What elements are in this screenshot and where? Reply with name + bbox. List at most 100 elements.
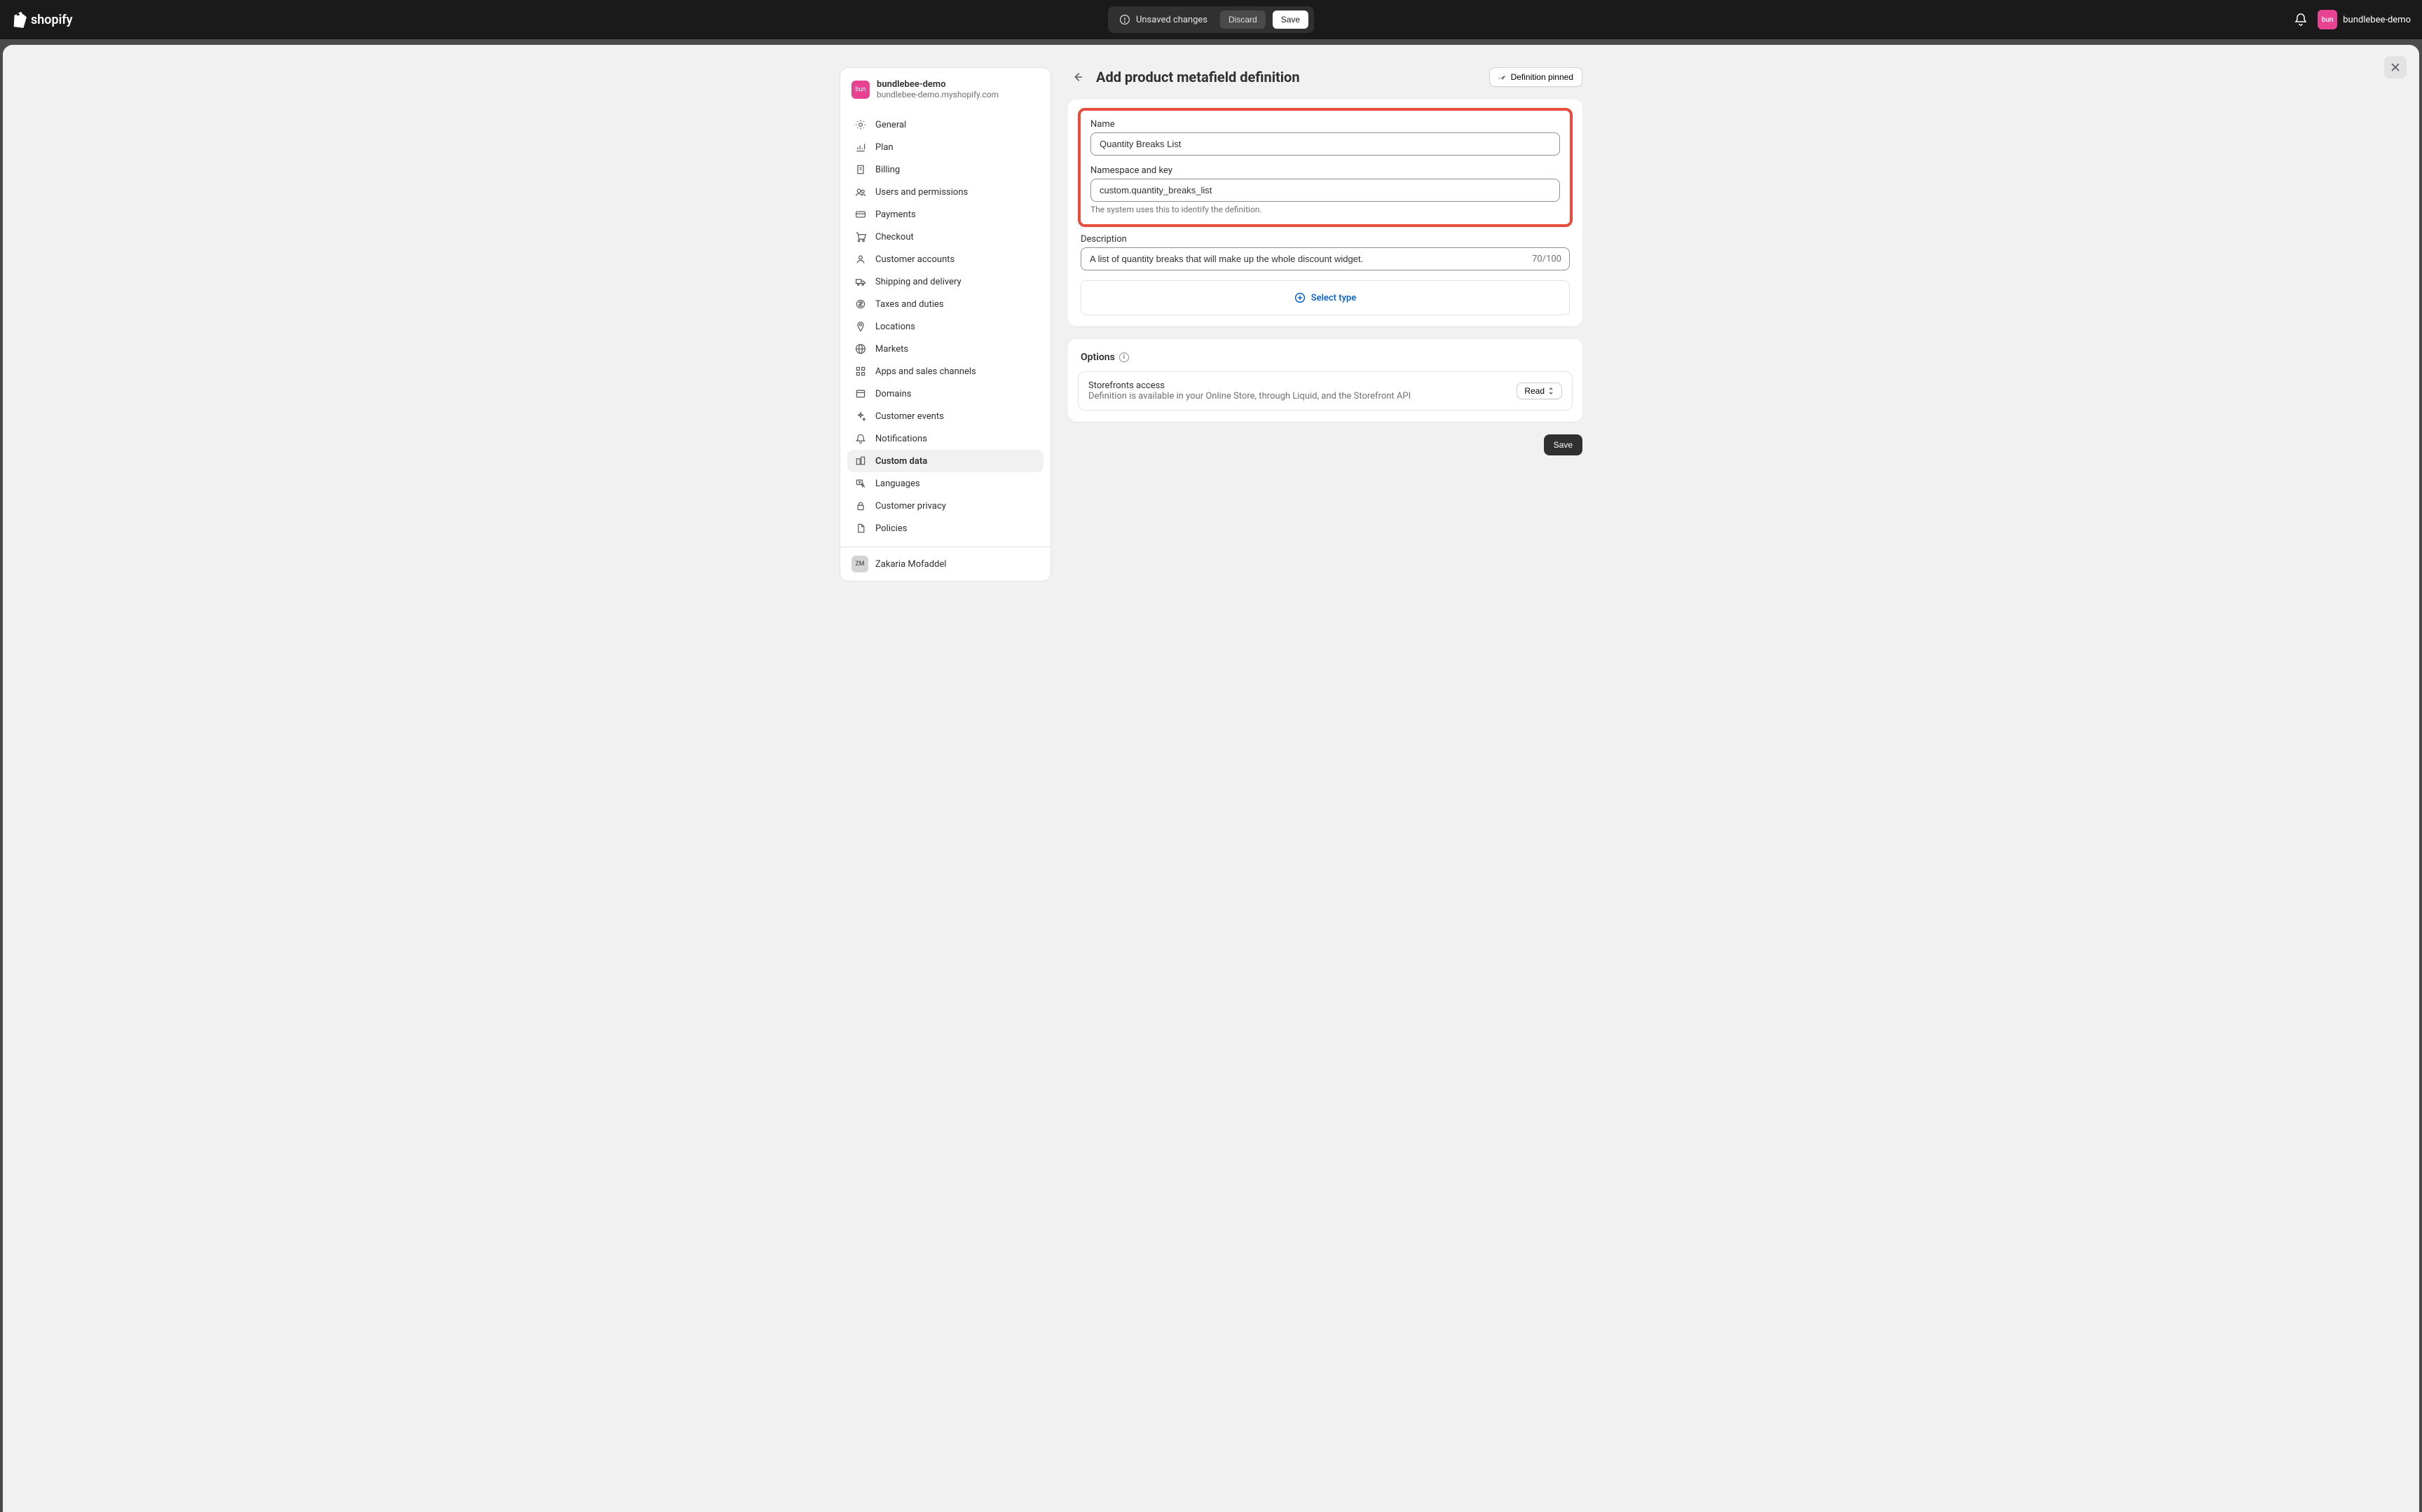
pin-icon (1498, 73, 1507, 81)
sparkle-icon (855, 411, 866, 422)
notifications-icon[interactable] (2294, 13, 2308, 27)
store-switcher[interactable]: bun bundlebee-demo (2318, 10, 2411, 29)
namespace-help-text: The system uses this to identify the def… (1090, 205, 1560, 214)
pin-icon (855, 321, 866, 332)
sidebar-shop-header[interactable]: bun bundlebee-demo bundlebee-demo.myshop… (840, 68, 1051, 111)
gear-icon (855, 119, 866, 130)
nav-icon (854, 275, 867, 288)
nav-icon (854, 455, 867, 467)
globe-icon (855, 343, 866, 355)
sidebar-item-taxes-and-duties[interactable]: Taxes and duties (847, 293, 1044, 315)
sidebar-item-domains[interactable]: Domains (847, 383, 1044, 405)
user-name: Zakaria Mofaddel (875, 559, 946, 570)
select-type-button[interactable]: Select type (1081, 280, 1570, 315)
sidebar-item-plan[interactable]: Plan (847, 136, 1044, 158)
discard-button[interactable]: Discard (1220, 11, 1266, 29)
description-char-count: 70/100 (1532, 254, 1561, 264)
nav-label: Custom data (875, 456, 927, 467)
nav-label: Plan (875, 142, 894, 153)
sidebar-item-languages[interactable]: Languages (847, 472, 1044, 495)
sidebar-item-policies[interactable]: Policies (847, 517, 1044, 539)
shop-title: bundlebee-demo (877, 79, 999, 90)
save-button-top[interactable]: Save (1273, 11, 1308, 29)
nav-icon (854, 343, 867, 355)
nav-icon (854, 320, 867, 333)
person-icon (855, 254, 866, 265)
sidebar-item-billing[interactable]: Billing (847, 158, 1044, 181)
description-label: Description (1081, 234, 1570, 245)
settings-main: Add product metafield definition Definit… (1068, 67, 1582, 582)
namespace-field-group: Namespace and key The system uses this t… (1090, 165, 1560, 214)
nav-icon (854, 410, 867, 422)
nav-icon (854, 365, 867, 378)
sidebar-item-markets[interactable]: Markets (847, 338, 1044, 360)
nav-icon (854, 477, 867, 490)
name-label: Name (1090, 119, 1560, 130)
nav-label: Locations (875, 322, 915, 332)
sidebar-item-notifications[interactable]: Notifications (847, 427, 1044, 450)
nav-icon (854, 163, 867, 176)
nav-icon (854, 500, 867, 512)
nav-label: Billing (875, 165, 900, 175)
sidebar-item-apps-and-sales-channels[interactable]: Apps and sales channels (847, 360, 1044, 383)
info-icon[interactable]: i (1119, 352, 1129, 362)
money-icon (855, 298, 866, 310)
sidebar-item-custom-data[interactable]: Custom data (847, 450, 1044, 472)
truck-icon (855, 276, 866, 287)
plus-circle-icon (1294, 292, 1306, 303)
admin-topbar: shopify Unsaved changes Discard Save bun… (0, 0, 2422, 39)
page-title: Add product metafield definition (1096, 69, 1481, 85)
sidebar-item-customer-events[interactable]: Customer events (847, 405, 1044, 427)
user-avatar: ZM (851, 556, 868, 572)
storefront-access-title: Storefronts access (1088, 380, 1411, 391)
close-button[interactable] (2384, 56, 2407, 78)
nav-label: Checkout (875, 232, 914, 242)
sidebar-item-customer-privacy[interactable]: Customer privacy (847, 495, 1044, 517)
nav-icon (854, 141, 867, 153)
settings-sidebar: bun bundlebee-demo bundlebee-demo.myshop… (840, 67, 1051, 582)
sidebar-item-users-and-permissions[interactable]: Users and permissions (847, 181, 1044, 203)
lock-icon (855, 500, 866, 511)
storefront-access-desc: Definition is available in your Online S… (1088, 391, 1411, 401)
sidebar-item-shipping-and-delivery[interactable]: Shipping and delivery (847, 270, 1044, 293)
nav-icon (854, 253, 867, 266)
nav-label: Domains (875, 389, 911, 399)
nav-label: Users and permissions (875, 187, 968, 198)
settings-nav-list: General Plan Billing Users and permissions P… (840, 111, 1051, 547)
storefront-access-row: Storefronts access Definition is availab… (1078, 371, 1573, 411)
nav-label: Policies (875, 523, 907, 534)
sidebar-item-customer-accounts[interactable]: Customer accounts (847, 248, 1044, 270)
doc-icon (855, 523, 866, 534)
namespace-input[interactable] (1090, 179, 1560, 202)
sidebar-item-payments[interactable]: Payments (847, 203, 1044, 226)
back-button[interactable] (1068, 67, 1088, 87)
nav-icon (854, 298, 867, 310)
unsaved-changes-label: Unsaved changes (1114, 14, 1213, 25)
alert-icon (1119, 14, 1130, 25)
sidebar-item-locations[interactable]: Locations (847, 315, 1044, 338)
definition-pinned-button[interactable]: Definition pinned (1489, 67, 1582, 87)
select-chevrons-icon (1547, 387, 1554, 395)
save-button-footer[interactable]: Save (1544, 434, 1582, 455)
nav-label: General (875, 120, 906, 130)
cart-icon (855, 231, 866, 242)
options-heading: Options i (1068, 350, 1582, 371)
options-card: Options i Storefronts access Definition … (1068, 339, 1582, 422)
description-input[interactable] (1081, 247, 1570, 270)
nav-label: Customer privacy (875, 501, 946, 511)
nav-label: Shipping and delivery (875, 277, 962, 287)
nav-icon (854, 432, 867, 445)
lang-icon (855, 478, 866, 489)
users-icon (855, 186, 866, 198)
arrow-left-icon (1072, 71, 1084, 83)
unsaved-changes-bar: Unsaved changes Discard Save (1108, 6, 1314, 33)
access-level-select[interactable]: Read (1517, 383, 1562, 399)
sidebar-user-footer[interactable]: ZM Zakaria Mofaddel (840, 547, 1051, 581)
domain-icon (855, 388, 866, 399)
nav-icon (854, 387, 867, 400)
name-input[interactable] (1090, 132, 1560, 156)
sidebar-item-checkout[interactable]: Checkout (847, 226, 1044, 248)
nav-icon (854, 186, 867, 198)
nav-label: Taxes and duties (875, 299, 944, 310)
sidebar-item-general[interactable]: General (847, 114, 1044, 136)
